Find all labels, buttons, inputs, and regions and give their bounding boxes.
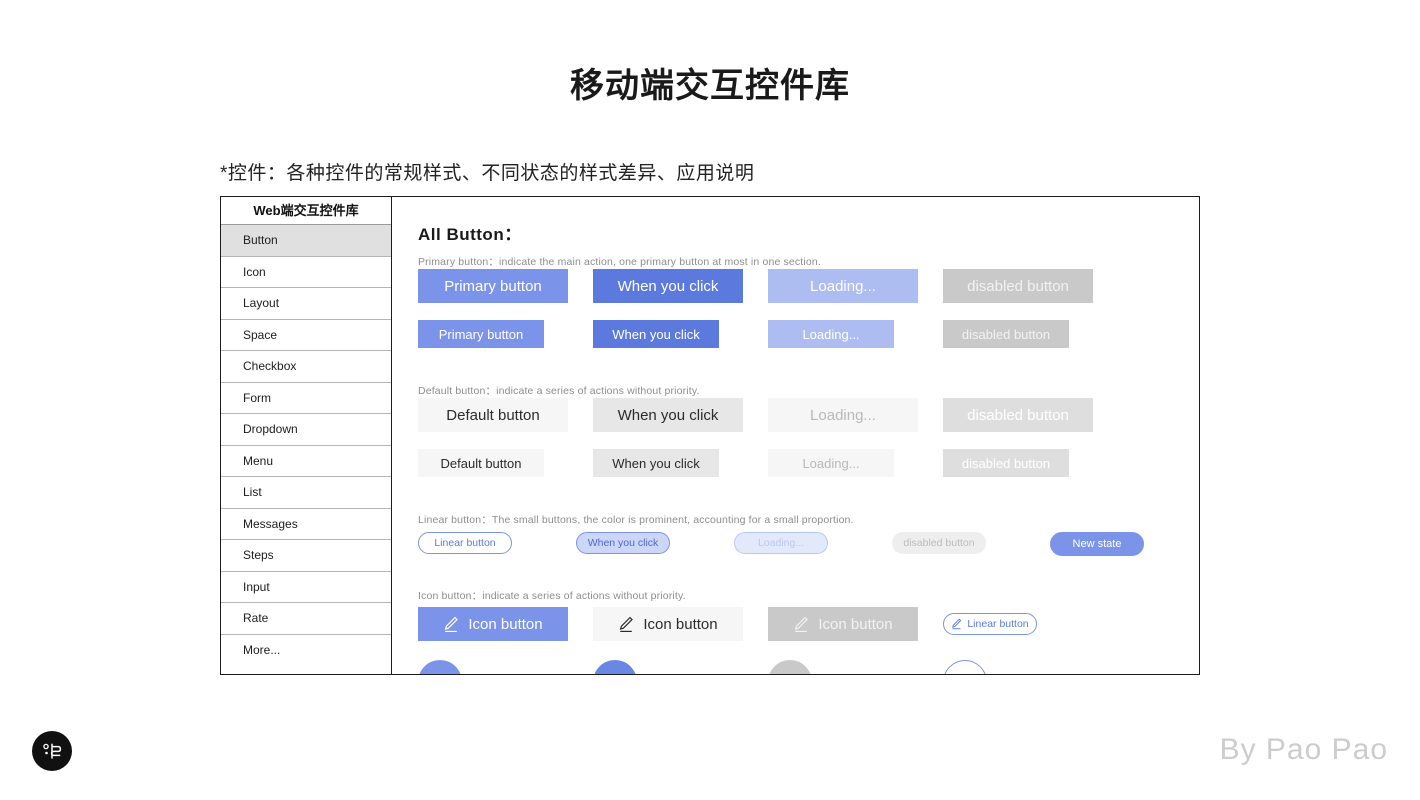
linear-button-disabled: disabled button <box>892 532 986 554</box>
sidebar-item-dropdown[interactable]: Dropdown <box>221 414 391 446</box>
pencil-edit-icon <box>443 616 459 633</box>
pao-pao-logo <box>32 731 72 771</box>
sidebar-item-form[interactable]: Form <box>221 382 391 414</box>
linear-button-pressed[interactable]: When you click <box>576 532 670 554</box>
circle-icon-button-disabled <box>768 660 812 674</box>
pencil-edit-icon <box>951 618 962 630</box>
default-button-row-large: Default button When you click Loading...… <box>418 398 1093 432</box>
primary-button-caption: Primary button：indicate the main action,… <box>418 256 821 268</box>
primary-button-row-large: Primary button When you click Loading...… <box>418 269 1093 303</box>
sidebar-item-label: Space <box>243 327 278 342</box>
icon-button-row: Icon button Icon button Icon button Line… <box>418 607 1037 641</box>
section-title: All Button： <box>418 225 522 244</box>
sidebar-item-checkbox[interactable]: Checkbox <box>221 351 391 383</box>
sidebar-item-space[interactable]: Space <box>221 319 391 351</box>
primary-button-small-loading: Loading... <box>768 320 894 348</box>
primary-button-small-disabled: disabled button <box>943 320 1069 348</box>
icon-button-disabled: Icon button <box>768 607 918 641</box>
icon-linear-button[interactable]: Linear button <box>943 613 1037 635</box>
sidebar: Web端交互控件库 Button Icon Layout Space Check… <box>221 197 392 674</box>
sidebar-item-label: Messages <box>243 516 298 531</box>
default-button-loading: Loading... <box>768 398 918 432</box>
primary-button-loading: Loading... <box>768 269 918 303</box>
circle-icon-button-pressed[interactable] <box>593 660 637 674</box>
linear-button[interactable]: Linear button <box>418 532 512 554</box>
pencil-edit-icon <box>793 616 809 633</box>
default-button-caption: Default button：indicate a series of acti… <box>418 385 700 397</box>
brand-credit: By Pao Pao <box>1219 733 1388 766</box>
icon-button-caption: Icon button：indicate a series of actions… <box>418 590 686 602</box>
linear-button-row: Linear button When you click Loading... … <box>418 532 1144 556</box>
sidebar-header: Web端交互控件库 <box>221 197 391 225</box>
pencil-edit-icon <box>618 616 634 633</box>
sidebar-item-more[interactable]: More... <box>221 634 391 666</box>
icon-linear-button-label: Linear button <box>967 618 1029 630</box>
circle-icon-button[interactable] <box>418 660 462 674</box>
default-button-pressed[interactable]: When you click <box>593 398 743 432</box>
sidebar-item-button[interactable]: Button <box>221 225 391 257</box>
default-button-small-pressed[interactable]: When you click <box>593 449 719 477</box>
sidebar-item-icon[interactable]: Icon <box>221 256 391 288</box>
sidebar-item-label: Steps <box>243 548 274 562</box>
sidebar-item-layout[interactable]: Layout <box>221 288 391 320</box>
default-button-disabled: disabled button <box>943 398 1093 432</box>
primary-button-pressed[interactable]: When you click <box>593 269 743 303</box>
sidebar-item-label: Dropdown <box>243 422 298 436</box>
page-title: 移动端交互控件库 <box>570 67 850 105</box>
sidebar-item-label: Checkbox <box>243 359 297 373</box>
sidebar-item-menu[interactable]: Menu <box>221 445 391 477</box>
sidebar-item-label: Button <box>243 233 278 247</box>
primary-button-disabled: disabled button <box>943 269 1093 303</box>
icon-button-default[interactable]: Icon button <box>593 607 743 641</box>
sidebar-item-label: Form <box>243 390 271 405</box>
primary-button[interactable]: Primary button <box>418 269 568 303</box>
primary-button-row-small: Primary button When you click Loading...… <box>418 320 1069 348</box>
linear-button-new-state[interactable]: New state <box>1050 532 1144 556</box>
icon-button-label: Icon button <box>643 615 718 633</box>
sidebar-item-input[interactable]: Input <box>221 571 391 603</box>
sidebar-item-label: Rate <box>243 611 269 625</box>
page-subtitle: *控件：各种控件的常规样式、不同状态的样式差异、应用说明 <box>220 163 755 184</box>
linear-button-caption: Linear button：The small buttons, the col… <box>418 514 854 526</box>
main-panel: All Button： Primary button：indicate the … <box>392 197 1199 674</box>
sidebar-item-label: List <box>243 485 262 499</box>
default-button[interactable]: Default button <box>418 398 568 432</box>
default-button-row-small: Default button When you click Loading...… <box>418 449 1069 477</box>
default-button-small-disabled: disabled button <box>943 449 1069 477</box>
sidebar-item-label: Menu <box>243 453 274 468</box>
sidebar-item-label: Layout <box>243 296 280 310</box>
circle-icon-button-linear[interactable] <box>943 660 987 674</box>
sidebar-item-label: Icon <box>243 264 266 279</box>
icon-button-label: Icon button <box>468 615 543 633</box>
sidebar-item-messages[interactable]: Messages <box>221 508 391 540</box>
circle-button-row <box>418 660 987 674</box>
primary-button-small[interactable]: Primary button <box>418 320 544 348</box>
icon-button-label: Icon button <box>818 615 893 633</box>
sidebar-item-label: Input <box>243 579 270 594</box>
component-library-card: Web端交互控件库 Button Icon Layout Space Check… <box>220 196 1200 675</box>
sidebar-item-label: More... <box>243 642 281 657</box>
icon-button[interactable]: Icon button <box>418 607 568 641</box>
default-button-small[interactable]: Default button <box>418 449 544 477</box>
sidebar-item-steps[interactable]: Steps <box>221 540 391 572</box>
default-button-small-loading: Loading... <box>768 449 894 477</box>
linear-button-loading: Loading... <box>734 532 828 554</box>
sidebar-item-rate[interactable]: Rate <box>221 603 391 635</box>
primary-button-small-pressed[interactable]: When you click <box>593 320 719 348</box>
sidebar-item-list[interactable]: List <box>221 477 391 509</box>
